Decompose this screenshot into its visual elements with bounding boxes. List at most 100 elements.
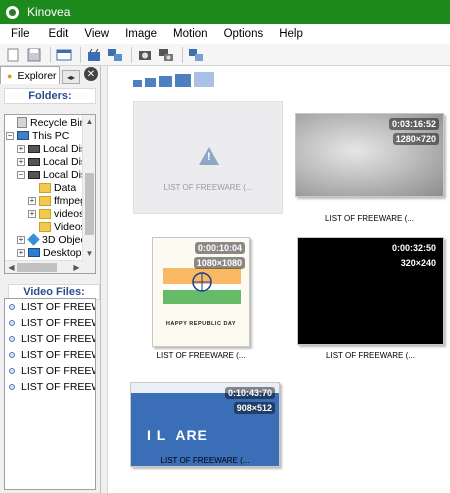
video-thumbnail[interactable]: HAPPY REPUBLIC DAY 0:00:10:04 1080×1080 LIS…: [152, 237, 250, 365]
tree-horizontal-scrollbar[interactable]: ◀ ▶: [5, 260, 83, 273]
tree-node[interactable]: − This PC: [6, 129, 69, 142]
thumbnail-image[interactable]: [133, 101, 283, 214]
title-bar: Kinovea: [0, 0, 450, 24]
duration-badge: 0:10:43:70: [224, 387, 275, 399]
screen-capture-caption: I L ARE: [147, 427, 208, 443]
thumbnail-label: LIST OF FREEWARE (...: [160, 456, 250, 465]
thumbnail-browser: LIST OF FREEWARE (... 0:03:16:52 1280×720 L…: [102, 66, 450, 493]
video-file-item[interactable]: LIST OF FREEWARE: [5, 347, 95, 363]
3d-objects-icon: [27, 233, 40, 246]
menu-image[interactable]: Image: [117, 28, 165, 40]
tree-node-label: Desktop: [43, 246, 82, 259]
scroll-thumb[interactable]: [17, 263, 57, 272]
expand-icon[interactable]: +: [28, 209, 36, 218]
open-panel-icon[interactable]: [55, 47, 73, 63]
video-thumbnail[interactable]: 0:03:16:52 1280×720 LIST OF FREEWARE (...: [295, 113, 444, 228]
tree-node[interactable]: Videos: [28, 220, 86, 233]
save-icon[interactable]: [25, 47, 43, 63]
new-icon[interactable]: [4, 47, 22, 63]
video-file-icon: [9, 352, 15, 358]
tree-node[interactable]: Recycle Bin: [6, 116, 85, 129]
video-file-item[interactable]: LIST OF FREEWARE: [5, 331, 95, 347]
menu-bar: File Edit View Image Motion Options Help: [0, 24, 450, 44]
recycle-bin-icon: [17, 117, 27, 128]
video-thumbnail[interactable]: I L ARE 0:10:43:70 908×512 LIST OF FREEWARE…: [130, 382, 280, 470]
video-files-list[interactable]: LIST OF FREEWARE LIST OF FREEWARE LIST OF …: [4, 298, 96, 490]
menu-file[interactable]: File: [0, 28, 41, 40]
toolbar: [0, 44, 450, 66]
menu-view[interactable]: View: [76, 28, 117, 40]
folder-icon: [39, 208, 51, 219]
single-capture-icon[interactable]: [136, 47, 154, 63]
drive-icon: [28, 157, 40, 166]
size-xlarge-button[interactable]: [194, 72, 214, 87]
toolbar-separator: [50, 46, 51, 63]
expand-icon[interactable]: +: [17, 144, 25, 153]
tab-scroll-buttons[interactable]: ◂▸: [62, 70, 80, 84]
close-icon[interactable]: ✕: [84, 67, 98, 81]
collapse-icon[interactable]: −: [17, 170, 25, 179]
panel-splitter[interactable]: [102, 66, 108, 493]
synchronize-icon[interactable]: [187, 47, 205, 63]
folder-tree[interactable]: + Desktop +3D Objects Videos + videos + ffmpeg D…: [4, 114, 96, 274]
kinovea-logo-icon: [6, 5, 19, 19]
folders-header: Folders:: [4, 88, 96, 104]
expand-icon[interactable]: +: [17, 157, 25, 166]
menu-help[interactable]: Help: [271, 28, 311, 40]
collapse-icon[interactable]: −: [6, 131, 14, 140]
toolbar-separator: [80, 46, 81, 63]
folder-icon: [39, 195, 51, 206]
video-file-item[interactable]: LIST OF FREEWARE: [5, 315, 95, 331]
tree-node[interactable]: Data: [28, 181, 76, 194]
tree-node[interactable]: + Desktop: [17, 246, 82, 259]
menu-edit[interactable]: Edit: [41, 28, 77, 40]
folder-icon: [39, 221, 51, 232]
video-file-icon: [9, 384, 15, 390]
thumbnail-size-selector: [133, 72, 217, 87]
tree-vertical-scrollbar[interactable]: ▲ ▼: [82, 115, 95, 273]
video-thumbnail[interactable]: 0:00:32:50 320×240 LIST OF FREEWARE (...: [297, 237, 444, 365]
tree-node-label: videos: [54, 207, 85, 220]
warning-icon: [199, 147, 219, 165]
dual-capture-icon[interactable]: [157, 47, 175, 63]
thumbnail-label: LIST OF FREEWARE (...: [156, 351, 246, 360]
dual-screen-icon[interactable]: [106, 47, 124, 63]
menu-motion[interactable]: Motion: [165, 28, 216, 40]
tree-node-label: Recycle Bin: [30, 116, 86, 129]
video-file-label: LIST OF FREEWARE: [21, 333, 95, 345]
video-thumbnail[interactable]: LIST OF FREEWARE (...: [133, 101, 283, 214]
scroll-up-icon[interactable]: ▲: [83, 115, 95, 128]
tree-node[interactable]: − Local Disk: [17, 168, 91, 181]
scroll-right-icon[interactable]: ▶: [70, 261, 83, 273]
thumbnail-image[interactable]: 0:03:16:52 1280×720: [295, 113, 444, 197]
size-small-button[interactable]: [145, 78, 156, 87]
video-file-item[interactable]: LIST OF FREEWARE: [5, 363, 95, 379]
thumbnail-image[interactable]: HAPPY REPUBLIC DAY 0:00:10:04 1080×1080: [152, 237, 250, 347]
expand-icon[interactable]: +: [28, 196, 36, 205]
tree-node-label: Data: [54, 181, 77, 194]
resolution-badge: 320×240: [397, 257, 439, 269]
expand-icon[interactable]: +: [17, 248, 25, 257]
tree-node[interactable]: + videos: [28, 207, 84, 220]
tree-node[interactable]: + Local Disk: [17, 155, 91, 168]
video-file-item[interactable]: LIST OF FREEWARE: [5, 379, 95, 395]
toolbar-separator: [131, 46, 132, 63]
scroll-down-icon[interactable]: ▼: [83, 247, 95, 260]
thumbnail-image[interactable]: 0:00:32:50 320×240: [297, 237, 444, 345]
duration-badge: 0:03:16:52: [388, 118, 439, 130]
tab-explorer[interactable]: ● Explorer: [0, 66, 60, 84]
size-large-button[interactable]: [175, 74, 191, 87]
scroll-thumb[interactable]: [85, 173, 94, 235]
menu-options[interactable]: Options: [216, 28, 272, 40]
expand-icon[interactable]: +: [17, 235, 25, 244]
tree-node-label: This PC: [32, 129, 70, 142]
video-file-icon: [9, 304, 15, 310]
size-medium-button[interactable]: [159, 76, 172, 87]
open-video-icon[interactable]: [85, 47, 103, 63]
tree-node[interactable]: + ffmpeg: [28, 194, 86, 207]
tree-node[interactable]: + Local Disk: [17, 142, 91, 155]
video-file-item[interactable]: LIST OF FREEWARE: [5, 299, 95, 315]
resolution-badge: 1080×1080: [193, 257, 245, 269]
size-xsmall-button[interactable]: [133, 80, 142, 87]
thumbnail-image[interactable]: I L ARE 0:10:43:70 908×512: [130, 382, 280, 467]
